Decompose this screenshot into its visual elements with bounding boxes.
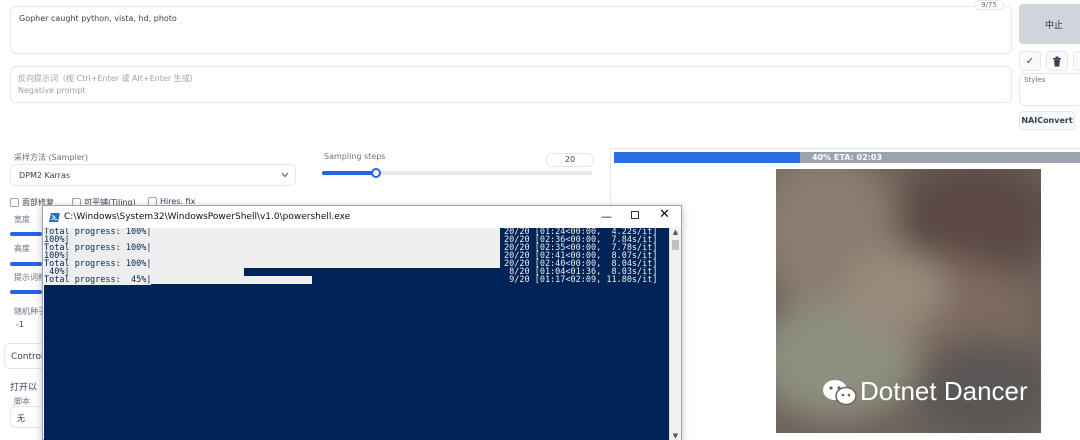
console-progress-dark bbox=[244, 268, 500, 276]
scroll-up-icon[interactable]: ▲ bbox=[670, 228, 681, 236]
wechat-icon bbox=[823, 379, 857, 405]
width-label: 宽度 bbox=[14, 215, 30, 224]
steps-value: 20 bbox=[564, 155, 576, 164]
styles-label: Styles bbox=[1024, 76, 1046, 84]
prompt-textarea[interactable]: Gopher caught python, vista, hd, photo bbox=[10, 6, 1012, 54]
steps-slider-knob[interactable] bbox=[371, 168, 381, 178]
open-label: 打开以 bbox=[10, 383, 38, 393]
steps-slider-fill bbox=[322, 171, 376, 175]
console-line-left: Total progress: 45%| bbox=[44, 275, 152, 285]
width-slider[interactable] bbox=[10, 232, 42, 236]
checkbox-box bbox=[10, 198, 19, 207]
interrupt-button[interactable]: 中止 bbox=[1019, 4, 1080, 44]
height-label: 高度 bbox=[14, 244, 30, 253]
steps-label: Sampling steps bbox=[324, 152, 386, 161]
naiconvert-button[interactable]: NAIConvert bbox=[1019, 111, 1075, 130]
console-scrollbar[interactable]: ▲ ▼ bbox=[669, 228, 681, 440]
powershell-icon bbox=[49, 212, 60, 222]
close-button[interactable]: ✕ bbox=[659, 207, 670, 222]
script-select[interactable]: 无 bbox=[10, 406, 44, 428]
apply-style-button[interactable]: ✓ bbox=[1019, 51, 1041, 71]
progress-bar: 40% ETA: 02:03 bbox=[614, 152, 1080, 163]
minimize-button[interactable]: — bbox=[601, 210, 612, 223]
styles-dropdown[interactable]: Styles bbox=[1019, 73, 1080, 106]
controlnet-accordion[interactable]: ControlN bbox=[4, 343, 50, 369]
negative-prompt-textarea[interactable]: 反向提示词（按 Ctrl+Enter 或 Alt+Enter 生成） Negat… bbox=[10, 66, 1012, 103]
watermark-text: Dotnet Dancer bbox=[860, 376, 1028, 406]
powershell-console[interactable]: Total progress: 100%| 20/20 [01:24<00:00,… bbox=[44, 228, 670, 440]
trash-icon bbox=[1053, 56, 1061, 66]
progress-text: 40% ETA: 02:03 bbox=[811, 153, 883, 162]
steps-number-input[interactable]: 20 bbox=[546, 153, 594, 167]
sampler-value: DPM2 Karras bbox=[19, 171, 71, 180]
scroll-thumb[interactable] bbox=[672, 240, 679, 250]
console-line-right: 9/20 [01:17<02:09, 11.80s/it] bbox=[504, 275, 658, 285]
sampler-select[interactable]: DPM2 Karras bbox=[10, 164, 296, 186]
sampler-label: 采样方法 (Sampler) bbox=[14, 153, 89, 162]
negative-prompt-placeholder-2: Negative prompt bbox=[18, 86, 86, 95]
watermark: Dotnet Dancer bbox=[820, 376, 1028, 407]
scroll-down-icon[interactable]: ▼ bbox=[670, 432, 681, 440]
seed-value[interactable]: -1 bbox=[16, 320, 24, 329]
chevron-down-icon bbox=[281, 172, 289, 178]
powershell-title: C:\Windows\System32\WindowsPowerShell\v1… bbox=[64, 212, 351, 222]
prompt-text: Gopher caught python, vista, hd, photo bbox=[19, 14, 177, 23]
extra-style-button[interactable] bbox=[1073, 51, 1080, 71]
height-slider[interactable] bbox=[10, 262, 42, 266]
check-icon: ✓ bbox=[1025, 55, 1035, 67]
steps-slider[interactable] bbox=[322, 168, 592, 178]
cfg-slider[interactable] bbox=[10, 290, 42, 294]
clear-prompt-button[interactable] bbox=[1046, 51, 1068, 71]
negative-prompt-placeholder-1: 反向提示词（按 Ctrl+Enter 或 Alt+Enter 生成） bbox=[18, 74, 198, 83]
powershell-titlebar[interactable]: C:\Windows\System32\WindowsPowerShell\v1… bbox=[43, 206, 681, 228]
maximize-button[interactable] bbox=[631, 211, 639, 219]
token-counter: 9/75 bbox=[974, 0, 1004, 10]
powershell-window[interactable]: C:\Windows\System32\WindowsPowerShell\v1… bbox=[42, 205, 682, 440]
script-value: 无 bbox=[17, 414, 25, 423]
